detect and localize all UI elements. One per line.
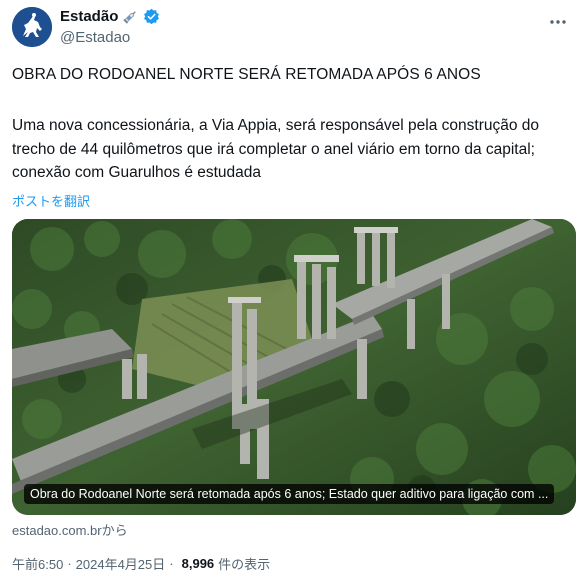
verified-badge-icon — [144, 8, 160, 25]
card-domain[interactable]: estadao.com.brから — [12, 520, 128, 539]
tweet-date[interactable]: 2024年4月25日 — [76, 554, 166, 573]
horse-rider-logo-icon — [12, 7, 52, 47]
tweet-time[interactable]: 午前6:50 — [12, 554, 63, 573]
separator: · — [169, 556, 174, 571]
tweet-meta: 午前6:50 · 2024年4月25日 · 8,996 件の表示 — [12, 554, 270, 573]
syringe-icon — [123, 11, 137, 24]
name-row: Estadão — [60, 8, 160, 25]
more-options-icon[interactable] — [548, 12, 568, 32]
card-caption: Obra do Rodoanel Norte será retomada apó… — [24, 484, 555, 504]
card-image — [12, 219, 576, 515]
tweet-headline: OBRA DO RODOANEL NORTE SERÁ RETOMADA APÓ… — [12, 66, 481, 83]
views-count[interactable]: 8,996 — [182, 556, 215, 571]
tweet-header: Estadão @Estadao — [12, 6, 572, 50]
link-card[interactable]: Obra do Rodoanel Norte será retomada apó… — [12, 219, 576, 515]
translate-post-link[interactable]: ポストを翻訳 — [12, 191, 90, 210]
handle[interactable]: @Estadao — [60, 29, 130, 46]
tweet-body: Uma nova concessionária, a Via Appia, se… — [12, 117, 540, 181]
views-label: 件の表示 — [218, 557, 271, 572]
separator: · — [67, 556, 72, 571]
avatar[interactable] — [12, 7, 52, 47]
display-name[interactable]: Estadão — [60, 8, 118, 25]
